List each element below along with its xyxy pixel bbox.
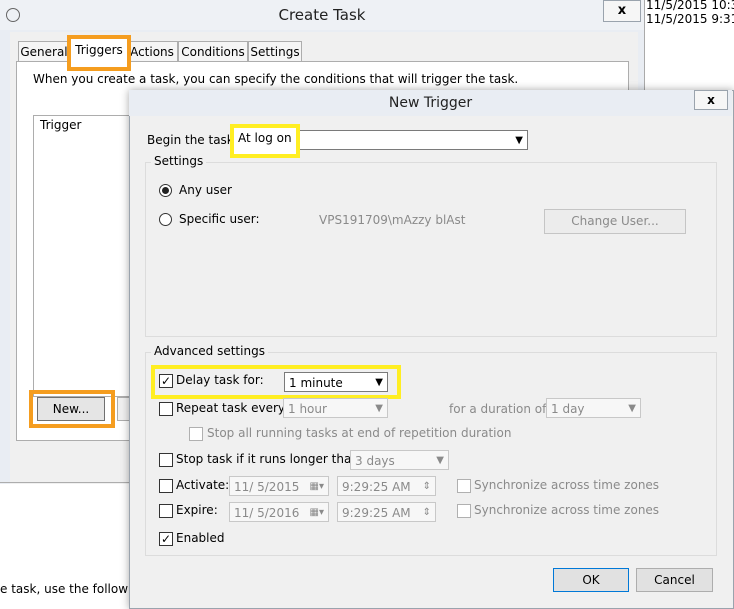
expire-date-value: 11/ 5/2016 [234, 506, 300, 520]
activate-label[interactable]: Activate: [176, 478, 229, 492]
activate-time-value: 9:29:25 AM [342, 480, 411, 494]
chevron-down-icon: ▼ [628, 403, 636, 414]
stop-longer-value: 3 days [355, 454, 395, 468]
create-task-title: Create Task [278, 6, 366, 24]
stop-all-checkbox[interactable] [189, 427, 203, 441]
begin-task-label: Begin the task: [147, 133, 238, 147]
any-user-radio[interactable] [159, 184, 172, 197]
begin-task-value: At log on [238, 131, 292, 145]
enabled-checkbox[interactable]: ✓ [159, 532, 173, 546]
expire-sync-checkbox[interactable] [457, 504, 471, 518]
expire-sync-label: Synchronize across time zones [474, 503, 660, 517]
activate-sync-checkbox[interactable] [457, 479, 471, 493]
duration-select[interactable]: 1 day ▼ [546, 398, 641, 418]
stop-all-label: Stop all running tasks at end of repetit… [207, 426, 512, 440]
delay-value: 1 minute [289, 376, 343, 390]
enabled-label[interactable]: Enabled [176, 531, 225, 545]
expire-date-picker[interactable]: 11/ 5/2016 ▦▾ [229, 502, 329, 522]
settings-group-label: Settings [151, 154, 207, 168]
delay-label[interactable]: Delay task for: [176, 373, 264, 387]
calendar-icon: ▦▾ [309, 507, 324, 518]
duration-value: 1 day [551, 402, 585, 416]
chevron-down-icon: ▼ [515, 135, 523, 146]
activate-checkbox[interactable] [159, 479, 173, 493]
cancel-button[interactable]: Cancel [636, 568, 713, 592]
activate-sync-label: Synchronize across time zones [474, 478, 660, 492]
delay-checkbox[interactable]: ✓ [159, 374, 173, 388]
new-trigger-close-button[interactable]: x [694, 90, 728, 110]
delay-select[interactable]: 1 minute ▼ [284, 372, 388, 392]
chevron-down-icon: ▼ [375, 377, 383, 388]
begin-task-select[interactable]: ▼ [288, 130, 528, 150]
new-trigger-button[interactable]: New... [37, 397, 105, 421]
expire-time-picker[interactable]: 9:29:25 AM ⇕ [337, 502, 436, 522]
chevron-down-icon: ▼ [375, 403, 383, 414]
ok-button[interactable]: OK [553, 568, 629, 592]
chevron-down-icon: ▼ [436, 455, 444, 466]
expire-time-value: 9:29:25 AM [342, 506, 411, 520]
calendar-icon: ▦▾ [309, 481, 324, 492]
activate-date-picker[interactable]: 11/ 5/2015 ▦▾ [229, 476, 329, 496]
timestamp-1: 11/5/2015 10:31 [646, 0, 734, 12]
change-user-button[interactable]: Change User... [544, 209, 686, 234]
stop-longer-label[interactable]: Stop task if it runs longer than: [176, 452, 363, 466]
new-trigger-title: New Trigger [388, 95, 473, 111]
repeat-select[interactable]: 1 hour ▼ [283, 398, 388, 418]
tab-actions[interactable]: Actions [126, 41, 178, 63]
activate-time-picker[interactable]: 9:29:25 AM ⇕ [337, 476, 436, 496]
create-task-close-button[interactable]: x [603, 0, 641, 22]
expire-label[interactable]: Expire: [176, 503, 218, 517]
advanced-settings-label: Advanced settings [151, 344, 268, 358]
tab-settings[interactable]: Settings [248, 41, 302, 63]
stop-longer-select[interactable]: 3 days ▼ [350, 450, 449, 470]
spinner-icon: ⇕ [422, 507, 431, 518]
specific-user-radio[interactable] [159, 213, 172, 226]
trigger-description: When you create a task, you can specify … [33, 72, 519, 86]
trigger-column-header[interactable]: Trigger [40, 118, 81, 132]
divider [0, 482, 130, 483]
repeat-label[interactable]: Repeat task every: [176, 401, 288, 415]
activate-date-value: 11/ 5/2015 [234, 480, 300, 494]
tab-general[interactable]: General [18, 41, 70, 63]
spinner-icon: ⇕ [422, 481, 431, 492]
duration-label: for a duration of: [449, 402, 550, 416]
specific-user-label[interactable]: Specific user: [179, 212, 260, 226]
tab-triggers[interactable]: Triggers [71, 39, 127, 63]
repeat-value: 1 hour [288, 402, 327, 416]
stop-longer-checkbox[interactable] [159, 453, 173, 467]
tab-conditions[interactable]: Conditions [178, 41, 248, 63]
repeat-checkbox[interactable] [159, 402, 173, 416]
any-user-label[interactable]: Any user [179, 183, 232, 197]
user-name-value: VPS191709\mAzzy blAst [319, 213, 466, 227]
timestamp-2: 11/5/2015 9:31:0 [646, 12, 734, 26]
expire-checkbox[interactable] [159, 504, 173, 518]
